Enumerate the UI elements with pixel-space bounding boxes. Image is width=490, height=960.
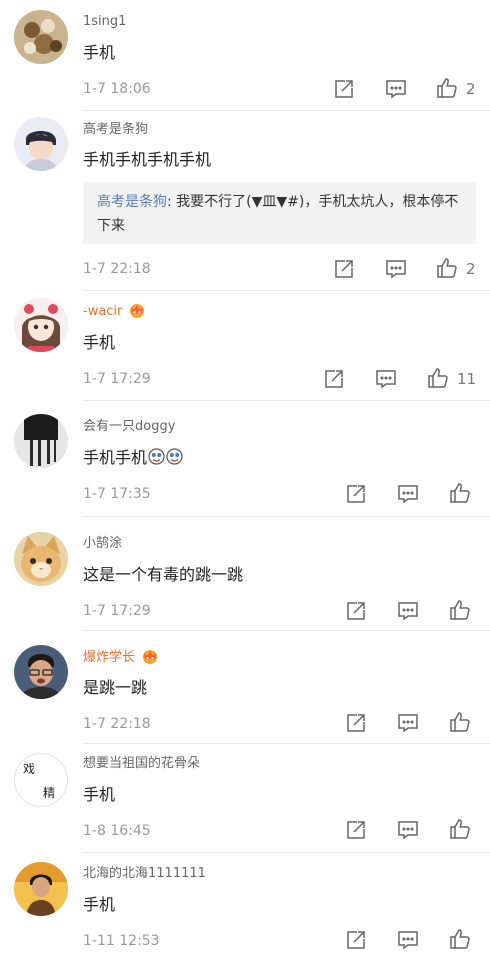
username[interactable]: 会有一只doggy [83, 418, 175, 436]
timestamp: 1-7 17:29 [83, 371, 151, 387]
thumbs-up-icon[interactable] [436, 257, 458, 279]
emoji-icon [166, 448, 183, 465]
username-text[interactable]: 爆炸学长 [83, 650, 135, 665]
timestamp: 1-7 18:06 [83, 81, 151, 97]
timestamp: 1-8 16:45 [83, 823, 151, 839]
share-icon[interactable] [333, 78, 355, 100]
timestamp: 1-7 22:18 [83, 716, 151, 732]
avatar[interactable] [14, 414, 68, 468]
username[interactable]: -wacir [83, 302, 146, 321]
thumbs-up-icon[interactable] [449, 482, 471, 504]
thumbs-up-icon[interactable] [449, 599, 471, 621]
comment-text: 是跳一跳 [83, 678, 148, 697]
avatar[interactable] [14, 10, 68, 64]
timestamp: 1-7 17:35 [83, 486, 151, 502]
comment-text: 这是一个有毒的跳一跳 [83, 565, 244, 584]
username-text[interactable]: -wacir [83, 304, 122, 319]
share-icon[interactable] [345, 819, 367, 841]
username[interactable]: 北海的北海1111111 [83, 865, 206, 883]
thumbs-up-icon[interactable] [449, 711, 471, 733]
share-icon[interactable] [345, 600, 367, 622]
username[interactable]: 1sing1 [83, 13, 126, 31]
username[interactable]: 小鹄涂 [83, 535, 122, 553]
divider [83, 110, 490, 111]
reply-quote[interactable]: 高考是条狗: 我要不行了(▼皿▼#)，手机太坑人，根本停不下来 [83, 182, 476, 244]
comment-icon[interactable] [397, 712, 419, 734]
comment-icon[interactable] [397, 819, 419, 841]
share-icon[interactable] [345, 483, 367, 505]
comment-text: 手机 [83, 785, 116, 804]
like-count: 2 [466, 80, 476, 98]
comment-icon[interactable] [397, 929, 419, 951]
comment-text: 手机 [83, 895, 116, 914]
comment-icon[interactable] [397, 600, 419, 622]
timestamp: 1-7 17:29 [83, 603, 151, 619]
comment-text: 手机 [83, 333, 116, 352]
thumbs-up-icon[interactable] [449, 928, 471, 950]
reply-author[interactable]: 高考是条狗 [97, 194, 167, 210]
username[interactable]: 爆炸学长 [83, 648, 159, 667]
thumbs-up-icon[interactable] [449, 818, 471, 840]
divider [83, 743, 490, 744]
comment-text: 手机手机手机手机 [83, 150, 212, 169]
avatar[interactable]: 戏 精 [14, 753, 68, 807]
divider [83, 290, 490, 291]
crown-badge-icon [141, 648, 159, 664]
avatar[interactable] [14, 298, 68, 352]
comment-icon[interactable] [385, 78, 407, 100]
comment-icon[interactable] [385, 258, 407, 280]
avatar[interactable] [14, 862, 68, 916]
share-icon[interactable] [345, 712, 367, 734]
comment-icon[interactable] [375, 368, 397, 390]
avatar[interactable] [14, 645, 68, 699]
avatar-char: 精 [43, 786, 56, 800]
comment-text: 手机手机 [83, 447, 183, 469]
like-count: 11 [457, 370, 477, 388]
thumbs-up-icon[interactable] [436, 77, 458, 99]
crown-badge-icon [128, 302, 146, 318]
comment-text-content: 手机手机 [83, 448, 148, 467]
divider [83, 630, 490, 631]
share-icon[interactable] [333, 258, 355, 280]
comment-text: 手机 [83, 43, 116, 62]
divider [83, 400, 490, 401]
thumbs-up-icon[interactable] [427, 367, 449, 389]
timestamp: 1-11 12:53 [83, 933, 160, 949]
share-icon[interactable] [323, 368, 345, 390]
avatar[interactable] [14, 117, 68, 171]
username[interactable]: 想要当祖国的花骨朵 [83, 755, 200, 773]
avatar-char: 戏 [23, 762, 36, 776]
timestamp: 1-7 22:18 [83, 261, 151, 277]
divider [83, 852, 490, 853]
username[interactable]: 高考是条狗 [83, 121, 148, 139]
comment-icon[interactable] [397, 483, 419, 505]
like-count: 2 [466, 260, 476, 278]
avatar[interactable] [14, 532, 68, 586]
divider [83, 516, 490, 517]
share-icon[interactable] [345, 929, 367, 951]
emoji-icon [148, 448, 165, 465]
